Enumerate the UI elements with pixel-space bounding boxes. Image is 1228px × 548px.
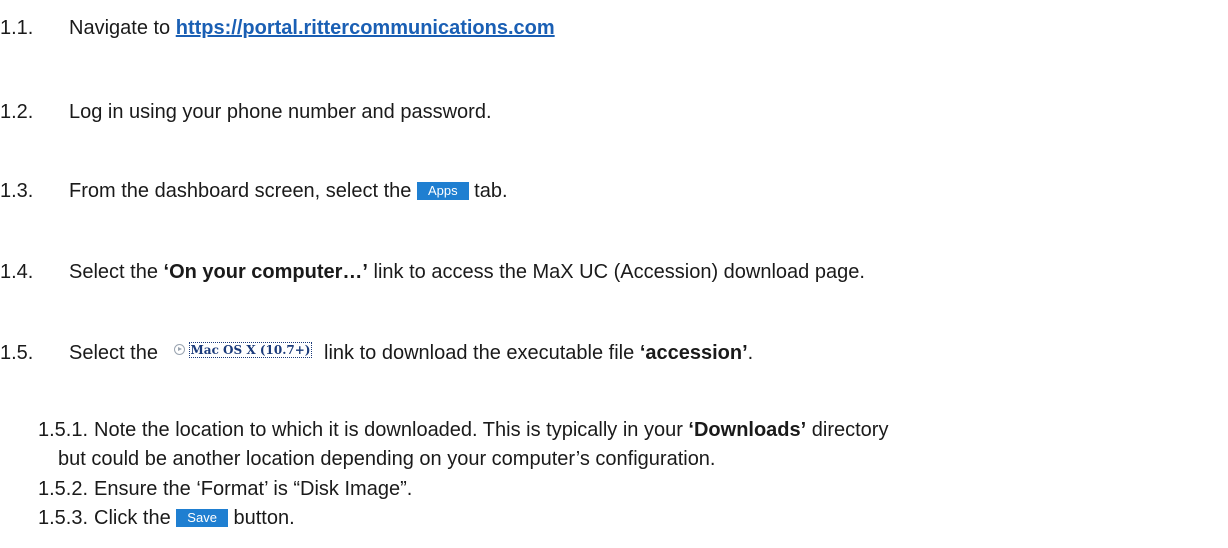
step-text: but could be another location depending … [58,448,716,470]
step-number: 1.5.1. [38,419,89,441]
step-text: tab. [468,180,508,202]
step-1-5: 1.5. Select the Mac OS X (10.7+) link to … [0,341,753,365]
step-text: Select the [69,261,164,283]
step-1-5-3: 1.5.3. Click the Save button. [38,506,295,530]
mac-os-x-link: Mac OS X (10.7+) [173,341,313,358]
step-1-5-1: 1.5.1. Note the location to which it is d… [38,418,888,442]
step-1-4: 1.4. Select the ‘On your computer…’ link … [0,260,865,284]
step-1-3: 1.3. From the dashboard screen, select th… [0,179,508,203]
step-number: 1.3. [0,180,34,202]
step-text: directory [806,419,889,441]
step-text: Log in using your phone number and passw… [69,101,492,123]
circle-arrow-icon [173,344,185,355]
step-1-5-2: 1.5.2. Ensure the ‘Format’ is “Disk Image… [38,477,412,501]
mac-os-x-label: Mac OS X (10.7+) [188,341,313,358]
step-text: link to download the executable file [318,342,640,364]
step-number: 1.1. [0,17,34,39]
step-number: 1.2. [0,101,34,123]
save-button: Save [176,509,228,527]
step-number: 1.4. [0,261,34,283]
portal-link[interactable]: https://portal.rittercommunications.com [176,17,555,39]
step-number: 1.5. [0,342,34,364]
step-text: . [747,342,754,364]
step-text: Select the [69,342,164,364]
step-1-2: 1.2. Log in using your phone number and p… [0,100,492,124]
on-your-computer-label: ‘On your computer…’ [163,261,368,283]
step-text: Note the location to which it is downloa… [94,419,689,441]
downloads-label: ‘Downloads’ [688,419,807,441]
step-1-1: 1.1. Navigate to https://portal.rittercom… [0,16,555,40]
step-number: 1.5.3. [38,507,89,529]
apps-tab-button: Apps [416,182,469,200]
step-text: Ensure the ‘Format’ is “Disk Image”. [94,478,413,500]
step-text: link to access the MaX UC (Accession) do… [367,261,865,283]
accession-label: ‘accession’ [639,342,748,364]
step-text: Click the [94,507,177,529]
step-number: 1.5.2. [38,478,89,500]
step-1-5-1-continuation: but could be another location depending … [58,447,716,471]
step-text: From the dashboard screen, select the [69,180,417,202]
step-text: Navigate to [69,17,176,39]
step-text: button. [227,507,295,529]
